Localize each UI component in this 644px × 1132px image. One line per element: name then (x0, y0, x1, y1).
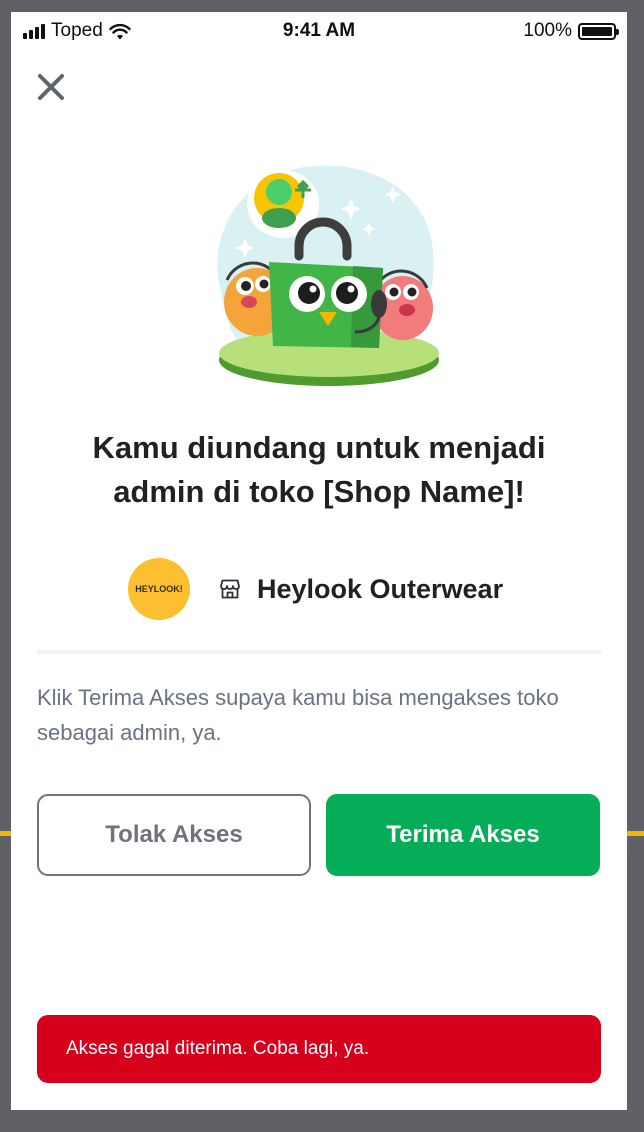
battery-percentage: 100% (523, 20, 572, 41)
status-right: 100% (523, 20, 619, 42)
page-title: Kamu diundang untuk menjadi admin di tok… (51, 426, 587, 514)
description-text: Klik Terima Akses supaya kamu bisa menga… (37, 685, 559, 745)
reject-access-button[interactable]: Tolak Akses (37, 794, 311, 876)
divider (37, 650, 601, 654)
accept-access-button[interactable]: Terima Akses (326, 794, 600, 876)
shop-info: HEYLOOK! Heylook Outerwear (128, 558, 503, 620)
shop-name: Heylook Outerwear (257, 573, 504, 604)
store-icon (220, 579, 240, 599)
battery-icon (578, 22, 619, 40)
invite-admin-illustration (217, 165, 439, 386)
error-toast: Akses gagal diterima. Coba lagi, ya. (37, 1015, 601, 1083)
page-title-line1: Kamu diundang untuk menjadi (92, 430, 546, 465)
page-title-line2: admin di toko [Shop Name]! (113, 474, 525, 509)
phone-screen: Toped 9:41 AM 100% Kamu diundang untuk m… (11, 12, 627, 1110)
shop-logo: HEYLOOK! (128, 558, 190, 620)
close-icon[interactable] (33, 69, 69, 105)
frame-guide-right (626, 831, 644, 836)
error-toast-message: Akses gagal diterima. Coba lagi, ya. (66, 1038, 370, 1059)
status-bar: Toped 9:41 AM 100% (11, 12, 627, 56)
